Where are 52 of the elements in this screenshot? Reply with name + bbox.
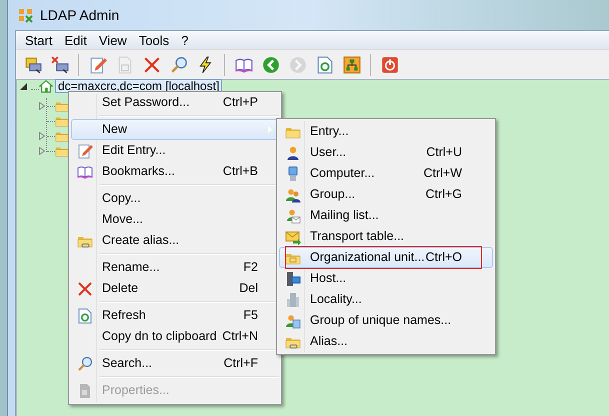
people-icon: [284, 186, 300, 202]
refresh-icon: [316, 56, 334, 74]
menu-item[interactable]: Copy...: [71, 188, 279, 209]
app-icon: [18, 7, 34, 23]
refresh-icon: [76, 308, 92, 324]
menu-item[interactable]: Entry...: [279, 121, 493, 142]
envelope-icon: [284, 228, 300, 244]
people-icon: [284, 312, 300, 328]
search-icon: [170, 56, 188, 74]
building-icon: [284, 292, 300, 308]
menu-item[interactable]: Transport table...: [279, 226, 493, 247]
book-icon: [76, 164, 92, 180]
server-icon: [284, 270, 300, 286]
cross-icon: [142, 56, 160, 74]
collapsed-arrow-icon[interactable]: [39, 132, 45, 140]
menu-item[interactable]: Organizational unit...Ctrl+O: [279, 247, 493, 268]
menu-item[interactable]: Bookmarks... Ctrl+B: [71, 161, 279, 182]
menu-item[interactable]: Group of unique names...: [279, 310, 493, 331]
menu-bar-item[interactable]: View: [92, 31, 133, 49]
menu-item[interactable]: Copy dn to clipboard Ctrl+N: [71, 326, 279, 347]
menu-item[interactable]: Mailing list...: [279, 205, 493, 226]
menu-item[interactable]: Rename... F2: [71, 257, 279, 278]
cross-icon: [76, 280, 92, 296]
menu-item[interactable]: Group... Ctrl+G: [279, 184, 493, 205]
house-icon: [39, 79, 53, 93]
menu-item[interactable]: Search... Ctrl+F: [71, 353, 279, 374]
collapsed-arrow-icon[interactable]: [39, 102, 45, 110]
menu-item[interactable]: Alias...: [279, 331, 493, 352]
menu-item[interactable]: Locality...: [279, 289, 493, 310]
menu-item[interactable]: Computer... Ctrl+W: [279, 163, 493, 184]
menu-item[interactable]: Move...: [71, 209, 279, 230]
hierarchy-icon: [342, 56, 360, 74]
menu-bar-item[interactable]: ?: [175, 31, 194, 49]
menu-item[interactable]: User... Ctrl+U: [279, 142, 493, 163]
search-icon: [76, 356, 92, 372]
menu-item[interactable]: New: [71, 119, 279, 140]
window-title: LDAP Admin: [40, 6, 120, 24]
menu-bar-item[interactable]: Tools: [132, 31, 176, 49]
pencil-icon: [88, 56, 106, 74]
pencil-icon: [76, 142, 92, 158]
menu-bar-item[interactable]: Start: [19, 31, 58, 49]
expanded-arrow-icon[interactable]: [20, 83, 27, 90]
menu-item[interactable]: Delete Del: [71, 278, 279, 299]
collapsed-arrow-icon[interactable]: [39, 147, 45, 155]
server-icon: [50, 56, 68, 74]
menu-bar-item[interactable]: Edit: [58, 31, 93, 49]
people-icon: [284, 208, 300, 224]
server-icon: [24, 56, 42, 74]
menu-item[interactable]: Host...: [279, 268, 493, 289]
person-icon: [284, 144, 300, 160]
power-icon: [380, 56, 398, 74]
menu-item[interactable]: Set Password... Ctrl+P: [71, 92, 279, 113]
